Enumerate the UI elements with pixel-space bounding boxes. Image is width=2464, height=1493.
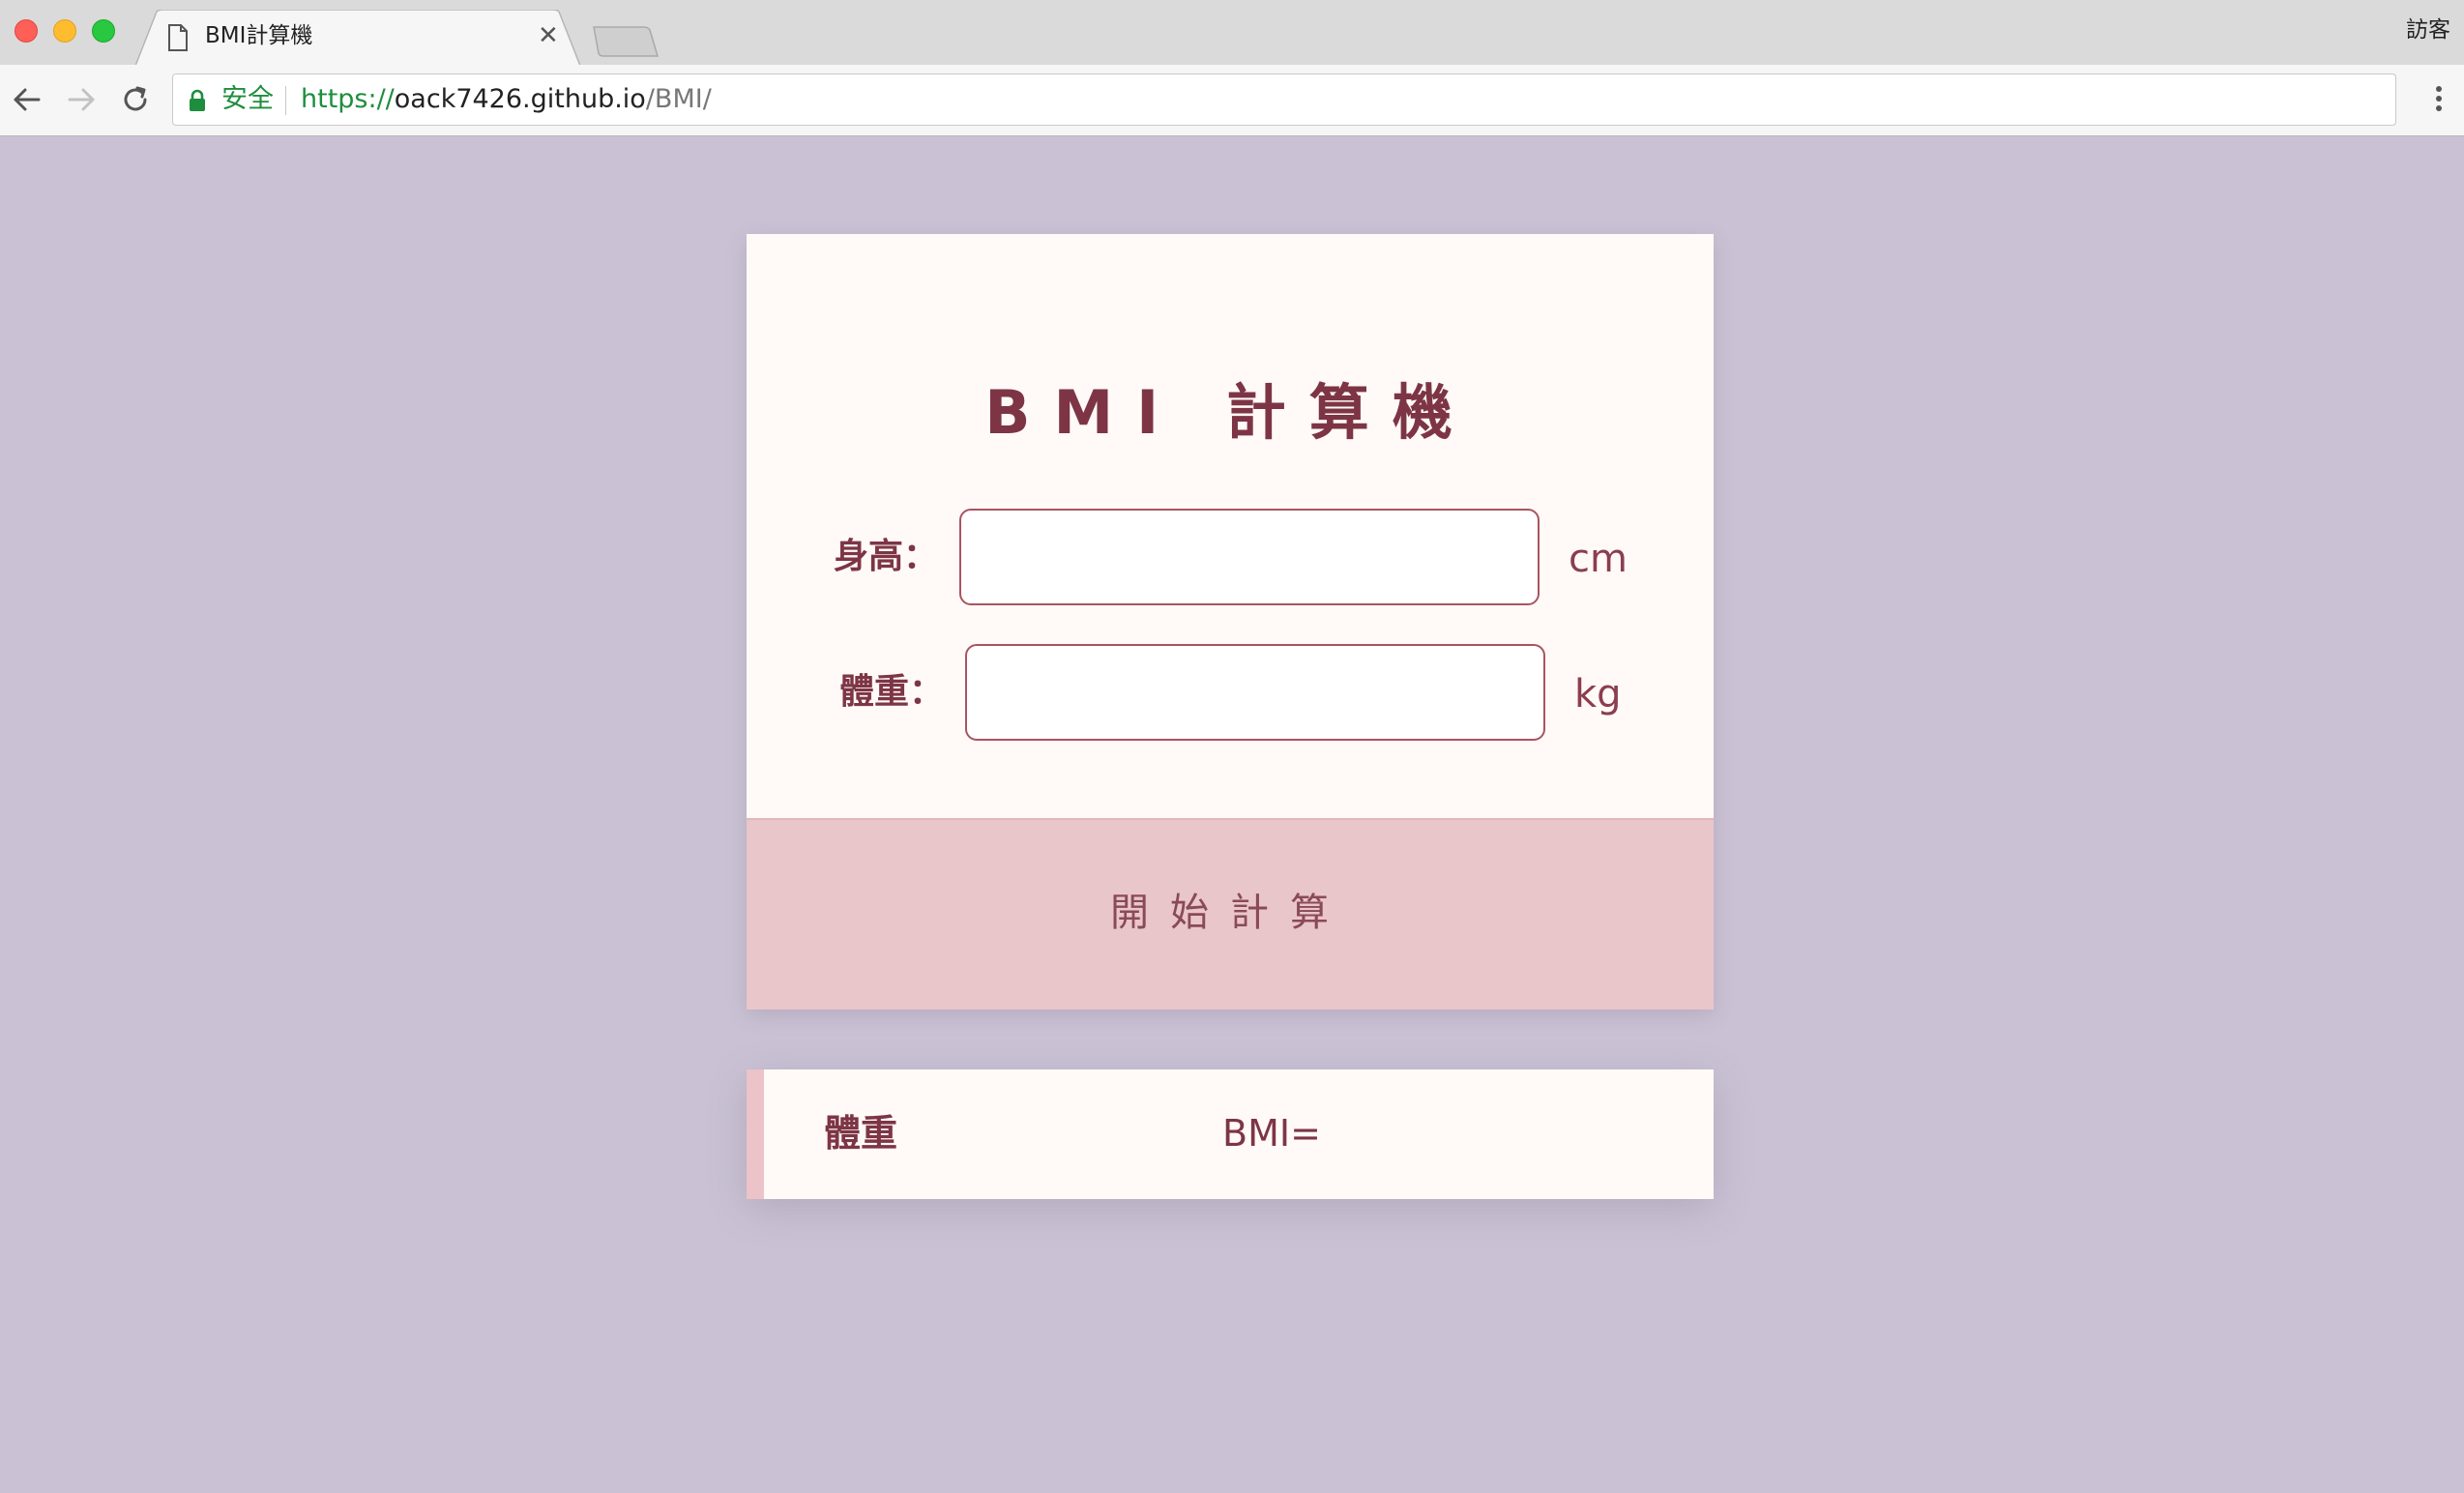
browser-toolbar: 安全 https://oack7426.github.io/BMI/ <box>0 65 2464 136</box>
tab-title: BMI計算機 <box>205 23 313 48</box>
new-tab-button[interactable] <box>592 25 660 58</box>
result-accent-bar <box>747 1069 764 1199</box>
reload-icon[interactable] <box>118 82 153 117</box>
window-close-button[interactable] <box>15 19 38 43</box>
page-title: BMI 計算機 <box>984 377 1476 448</box>
close-icon[interactable]: ✕ <box>538 21 559 50</box>
secure-label: 安全 <box>221 84 274 114</box>
height-unit: cm <box>1569 537 1628 581</box>
document-icon <box>168 24 188 51</box>
address-bar-divider <box>285 86 286 115</box>
weight-unit: kg <box>1574 672 1622 717</box>
url-path: /BMI/ <box>645 84 712 114</box>
back-icon[interactable] <box>10 82 44 117</box>
window-maximize-button[interactable] <box>92 19 115 43</box>
calculate-button-label: 開始計算 <box>1110 891 1350 935</box>
forward-icon[interactable] <box>64 82 99 117</box>
bmi-calculator-card: BMI 計算機 身高： cm 體重： kg 開始計算 <box>747 234 1714 1010</box>
window-minimize-button[interactable] <box>53 19 76 43</box>
result-status: 體重 <box>824 1112 898 1155</box>
address-bar[interactable]: 安全 https://oack7426.github.io/BMI/ <box>172 73 2396 126</box>
url-scheme: https:// <box>301 84 395 114</box>
height-label: 身高： <box>834 537 939 576</box>
browser-tab[interactable]: BMI計算機 ✕ <box>135 10 580 66</box>
profile-label[interactable]: 訪客 <box>2406 15 2450 44</box>
browser-tab-strip: BMI計算機 ✕ 訪客 <box>0 0 2464 66</box>
result-bmi: BMI= <box>1222 1112 1321 1155</box>
result-card: 體重 BMI= <box>747 1069 1714 1199</box>
url-host: oack7426.github.io <box>394 84 646 114</box>
height-input[interactable] <box>959 509 1540 605</box>
calculate-button[interactable]: 開始計算 <box>747 818 1714 1010</box>
weight-label: 體重： <box>839 672 945 712</box>
menu-icon[interactable] <box>2433 82 2445 117</box>
url-text[interactable]: https://oack7426.github.io/BMI/ <box>301 84 712 115</box>
weight-input[interactable] <box>965 644 1545 741</box>
lock-icon <box>190 89 205 111</box>
weight-row: 體重： kg <box>747 644 1714 741</box>
height-row: 身高： cm <box>747 509 1714 605</box>
tab-background <box>135 10 580 66</box>
